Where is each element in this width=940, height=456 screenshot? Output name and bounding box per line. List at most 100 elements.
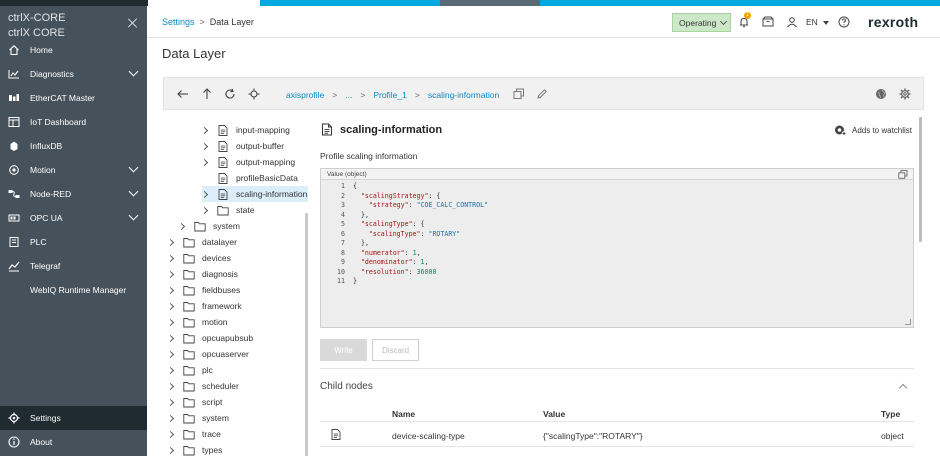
sidebar-item-iot-dashboard[interactable]: IoT Dashboard	[0, 110, 147, 134]
tree-node[interactable]: scheduler	[166, 378, 239, 394]
language-selector[interactable]: EN	[806, 17, 830, 27]
tree-scrollbar[interactable]	[305, 213, 308, 456]
settings-gear-icon[interactable]	[899, 88, 911, 100]
chevron-right-icon[interactable]	[166, 318, 175, 326]
code-line: "numerator": 1,	[360, 248, 421, 257]
column-header-type[interactable]: Type	[881, 409, 900, 419]
detail-scrollbar-thumb[interactable]	[919, 117, 922, 242]
tree-node[interactable]: fieldbuses	[166, 282, 240, 298]
breadcrumb-settings-link[interactable]: Settings	[162, 17, 195, 27]
tree-node[interactable]: plc	[166, 362, 213, 378]
chevron-right-icon[interactable]	[200, 206, 209, 214]
add-to-watchlist-button[interactable]: Adds to watchlist	[834, 124, 912, 136]
chevron-right-icon[interactable]	[177, 222, 186, 230]
chevron-right-icon[interactable]	[166, 430, 175, 438]
arrow-left-icon[interactable]	[177, 88, 189, 100]
code-line: "denominator": 1,	[360, 258, 429, 266]
locate-icon[interactable]	[248, 88, 260, 100]
chevron-down-icon[interactable]	[128, 186, 139, 197]
sidebar-item-opc-ua[interactable]: OPC UA	[0, 206, 147, 230]
tree-node[interactable]: opcuaserver	[166, 346, 249, 362]
tree-node[interactable]: motion	[166, 314, 228, 330]
chevron-right-icon[interactable]	[166, 350, 175, 358]
sidebar-item-settings[interactable]: Settings	[0, 406, 147, 430]
chevron-right-icon[interactable]	[200, 126, 209, 134]
column-header-name[interactable]: Name	[392, 409, 415, 419]
discard-button[interactable]: Discard	[372, 339, 419, 361]
tree-node[interactable]: input-mapping	[200, 122, 290, 138]
tree-node[interactable]: trace	[166, 426, 221, 442]
tree-node[interactable]: datalayer	[166, 234, 237, 250]
tree-node[interactable]: state	[200, 202, 254, 218]
chevron-up-icon[interactable]	[898, 383, 908, 393]
tree-node[interactable]: opcuapubsub	[166, 330, 253, 346]
copy-path-icon[interactable]	[513, 88, 525, 100]
file-icon	[217, 124, 229, 136]
sidebar-item-diagnostics[interactable]: Diagnostics	[0, 62, 147, 86]
help-icon[interactable]	[838, 16, 850, 28]
user-icon[interactable]	[786, 16, 798, 28]
chevron-right-icon[interactable]	[166, 446, 175, 454]
path-segment[interactable]: axisprofile	[286, 90, 324, 100]
sidebar-item-plc[interactable]: PLC	[0, 230, 147, 254]
resize-handle[interactable]	[905, 319, 911, 325]
table-row[interactable]: device-scaling-type {"scalingType":"ROTAR…	[320, 422, 914, 447]
folder-icon	[183, 445, 195, 456]
chevron-right-icon[interactable]	[166, 270, 175, 278]
path-segment[interactable]: scaling-information	[428, 90, 499, 100]
bell-icon[interactable]: 1	[738, 12, 751, 28]
breadcrumb: Settings > Data Layer	[162, 17, 254, 27]
write-button[interactable]: Write	[320, 339, 367, 361]
path-segment[interactable]: Profile_1	[373, 90, 407, 100]
sidebar-item-webiq-runtime-manager[interactable]: WebIQ Runtime Manager	[0, 278, 147, 302]
tree-node-label: diagnosis	[202, 269, 238, 279]
sidebar-item-ethercat-master[interactable]: EtherCAT Master	[0, 86, 147, 110]
sidebar-item-home[interactable]: Home	[0, 38, 147, 62]
edit-path-icon[interactable]	[536, 88, 548, 100]
chevron-right-icon[interactable]	[166, 238, 175, 246]
column-header-value[interactable]: Value	[543, 409, 565, 419]
chevron-right-icon[interactable]	[166, 254, 175, 262]
folder-box-icon[interactable]	[762, 16, 774, 28]
chevron-right-icon[interactable]	[166, 286, 175, 294]
value-editor[interactable]: Value (object) 1 {2 "scalingStrategy": {3…	[320, 168, 914, 328]
sidebar-item-about[interactable]: About	[0, 430, 147, 454]
chevron-down-icon[interactable]	[128, 66, 139, 77]
copy-value-icon[interactable]	[898, 170, 908, 179]
chevron-right-icon[interactable]	[200, 158, 209, 166]
chevron-right-icon[interactable]	[166, 398, 175, 406]
tree-node[interactable]: types	[166, 442, 222, 456]
chevron-right-icon[interactable]	[166, 382, 175, 390]
chevron-right-icon[interactable]	[200, 190, 209, 198]
tree-node[interactable]: scaling-information	[200, 186, 308, 202]
chevron-right-icon[interactable]	[166, 366, 175, 374]
detail-scrollbar[interactable]	[919, 117, 923, 456]
chevron-down-icon[interactable]	[128, 210, 139, 221]
sidebar-item-influxdb[interactable]: InfluxDB	[0, 134, 147, 158]
tree-node[interactable]: system	[177, 218, 240, 234]
arrow-up-icon[interactable]	[201, 88, 213, 100]
path-segment[interactable]: ...	[345, 90, 352, 100]
globe-icon[interactable]	[875, 88, 887, 100]
tree-node[interactable]: script	[166, 394, 222, 410]
refresh-icon[interactable]	[224, 88, 236, 100]
tree-node[interactable]: devices	[166, 250, 231, 266]
tree-node[interactable]: diagnosis	[166, 266, 238, 282]
chevron-right-icon[interactable]	[166, 414, 175, 422]
chevron-right-icon[interactable]	[200, 142, 209, 150]
tree-node[interactable]: system	[166, 410, 229, 426]
tree-node[interactable]: output-mapping	[200, 154, 295, 170]
chevron-down-icon[interactable]	[128, 162, 139, 173]
sidebar-item-motion[interactable]: Motion	[0, 158, 147, 182]
chevron-right-icon[interactable]	[166, 302, 175, 310]
chevron-right-icon[interactable]	[166, 334, 175, 342]
sidebar-item-label: Settings	[30, 413, 61, 423]
tree-node[interactable]: framework	[166, 298, 242, 314]
operating-state-button[interactable]: Operating	[672, 13, 731, 32]
close-sidebar-icon[interactable]	[128, 18, 138, 28]
child-nodes-header[interactable]: Child nodes	[320, 368, 914, 402]
tree-node[interactable]: profileBasicData	[202, 170, 298, 186]
sidebar-item-node-red[interactable]: Node-RED	[0, 182, 147, 206]
tree-node[interactable]: output-buffer	[200, 138, 284, 154]
sidebar-item-telegraf[interactable]: Telegraf	[0, 254, 147, 278]
